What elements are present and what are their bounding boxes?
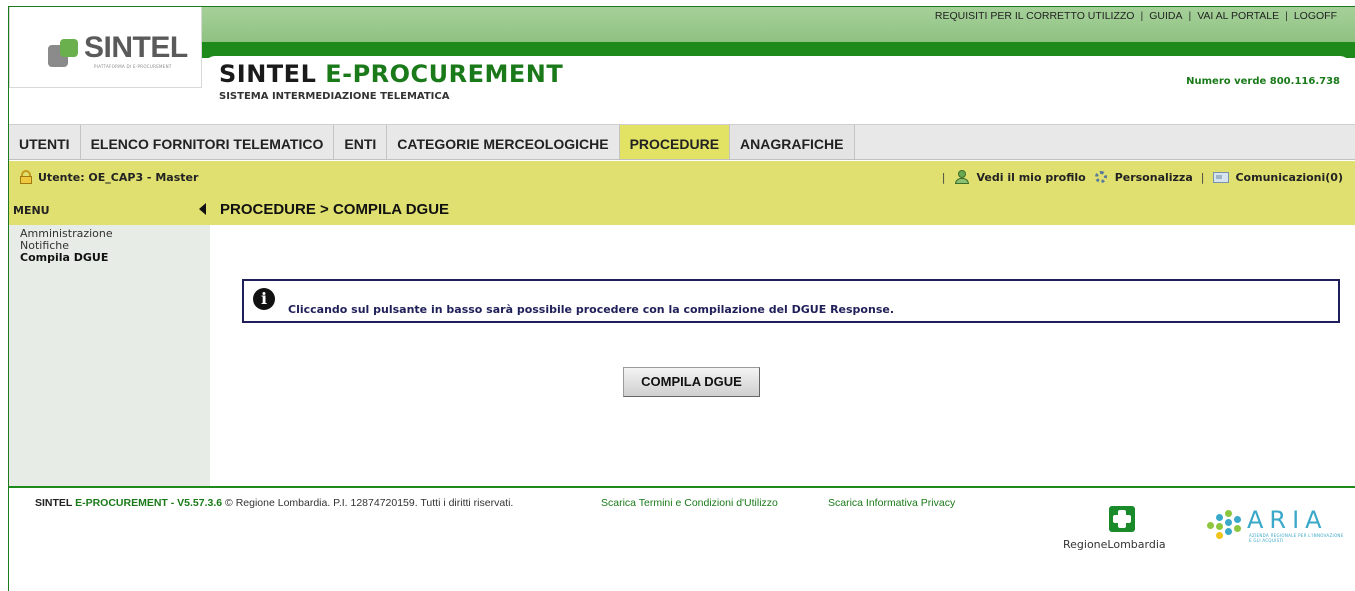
page-frame (8, 6, 1355, 591)
